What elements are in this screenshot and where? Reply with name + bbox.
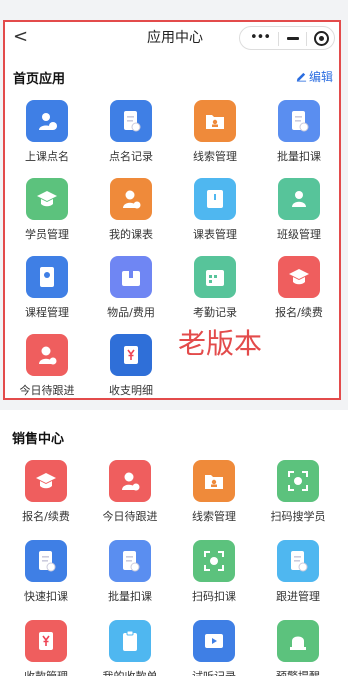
app-tile-label: 试听记录 xyxy=(168,668,260,676)
app-tile[interactable]: 预警提醒 xyxy=(256,620,340,676)
app-tile[interactable]: 点名记录 xyxy=(89,100,173,170)
scan-minus-icon xyxy=(193,540,235,582)
app-tile[interactable]: 今日待跟进 xyxy=(5,334,89,404)
edit-button[interactable]: 编辑 xyxy=(296,68,333,85)
back-button[interactable]: < xyxy=(13,26,33,48)
app-tile[interactable]: 考勤记录 xyxy=(173,256,257,326)
app-tile-label: 收支明细 xyxy=(109,384,153,397)
doc-minus-icon xyxy=(109,540,151,582)
app-tile-label: 课表管理 xyxy=(193,228,237,241)
app-tile-label: 预警提醒 xyxy=(252,668,344,676)
app-tile-label: 批量扣课 xyxy=(108,590,152,603)
person-clock-icon xyxy=(109,460,151,502)
app-tile[interactable]: 课表管理 xyxy=(173,178,257,248)
app-tile[interactable]: 线索管理 xyxy=(173,100,257,170)
folder-person-icon xyxy=(193,460,235,502)
app-tile[interactable]: 跟进管理 xyxy=(256,540,340,610)
home-apps-header: 首页应用 编辑 xyxy=(13,66,333,87)
app-tile-label: 扫码扣课 xyxy=(192,590,236,603)
grad-cap-icon xyxy=(25,460,67,502)
capsule-divider xyxy=(306,32,307,46)
folder-person-icon xyxy=(194,100,236,142)
course-book-icon xyxy=(26,256,68,298)
app-tile-label: 线索管理 xyxy=(193,150,237,163)
grad-cap-icon xyxy=(278,256,320,298)
capsule-divider xyxy=(278,32,279,46)
app-tile-label: 班级管理 xyxy=(277,228,321,241)
app-tile-label: 学员管理 xyxy=(25,228,69,241)
app-tile[interactable]: 报名/续费 xyxy=(4,460,88,530)
alarm-icon xyxy=(277,620,319,662)
app-tile-label: 线索管理 xyxy=(192,510,236,523)
person-clock-icon xyxy=(26,334,68,376)
app-tile[interactable]: 我的收款单 xyxy=(88,620,172,676)
app-tile[interactable]: 扫码搜学员 xyxy=(256,460,340,530)
yen-receipt-icon xyxy=(25,620,67,662)
app-tile-label: 考勤记录 xyxy=(193,306,237,319)
app-tile-label: 我的课表 xyxy=(109,228,153,241)
clipboard-icon xyxy=(109,620,151,662)
old-version-frame: < 应用中心 ••• 首页应用 编辑 上课点名 点名记录 线索管理 批量扣课学员管理 我… xyxy=(3,20,341,400)
app-tile[interactable]: 收款管理 xyxy=(4,620,88,676)
app-tile[interactable]: 收支明细 xyxy=(89,334,173,404)
app-tile[interactable]: 我的课表 xyxy=(89,178,173,248)
app-tile-label: 扫码搜学员 xyxy=(270,510,326,523)
home-apps-title: 首页应用 xyxy=(13,72,66,87)
doc-fast-icon xyxy=(25,540,67,582)
app-tile[interactable]: 线索管理 xyxy=(172,460,256,530)
app-tile[interactable]: 课程管理 xyxy=(5,256,89,326)
app-tile-label: 物品/费用 xyxy=(107,306,155,319)
minimize-icon[interactable] xyxy=(287,37,299,40)
teacher-icon xyxy=(110,178,152,220)
app-tile[interactable]: 批量扣课 xyxy=(257,100,341,170)
book-icon xyxy=(194,178,236,220)
app-tile-label: 跟进管理 xyxy=(276,590,320,603)
app-tile-label: 批量扣课 xyxy=(277,150,321,163)
app-tile-label: 收款管理 xyxy=(0,668,92,676)
app-tile[interactable]: 试听记录 xyxy=(172,620,256,676)
scan-search-icon xyxy=(277,460,319,502)
close-miniprogram-icon[interactable] xyxy=(314,31,329,46)
app-tile[interactable]: 物品/费用 xyxy=(89,256,173,326)
app-tile[interactable]: 报名/续费 xyxy=(257,256,341,326)
sales-center-header: 销售中心 xyxy=(12,426,332,447)
app-tile-label: 课程管理 xyxy=(25,306,69,319)
doc-follow-icon xyxy=(277,540,319,582)
sales-center-panel: 销售中心 报名/续费 今日待跟进 线索管理 扫码搜学员快速扣课 批量扣课 扫码扣课 跟进管理… xyxy=(0,410,348,676)
ledger-yen-icon xyxy=(110,334,152,376)
app-tile[interactable]: 批量扣课 xyxy=(88,540,172,610)
student-icon xyxy=(26,178,68,220)
edit-label: 编辑 xyxy=(308,70,333,84)
sales-center-title: 销售中心 xyxy=(12,432,65,447)
old-version-label: 老版本 xyxy=(178,327,263,360)
mini-program-capsule: ••• xyxy=(239,26,335,50)
pencil-icon xyxy=(296,72,307,82)
app-tile-label: 报名/续费 xyxy=(22,510,70,523)
app-tile-label: 我的收款单 xyxy=(84,668,176,676)
app-tile[interactable]: 今日待跟进 xyxy=(88,460,172,530)
video-icon xyxy=(193,620,235,662)
app-tile-label: 今日待跟进 xyxy=(19,384,75,397)
app-tile-label: 报名/续费 xyxy=(275,306,323,319)
app-tile-label: 点名记录 xyxy=(109,150,153,163)
person-check-icon xyxy=(26,100,68,142)
doc-minus-icon xyxy=(278,100,320,142)
navbar: < 应用中心 ••• xyxy=(5,22,339,52)
group-icon xyxy=(278,178,320,220)
more-menu-icon[interactable]: ••• xyxy=(250,30,271,45)
app-tile-label: 今日待跟进 xyxy=(102,510,158,523)
app-tile-label: 上课点名 xyxy=(25,150,69,163)
app-tile[interactable]: 上课点名 xyxy=(5,100,89,170)
app-tile[interactable]: 班级管理 xyxy=(257,178,341,248)
app-tile[interactable]: 学员管理 xyxy=(5,178,89,248)
box-icon xyxy=(110,256,152,298)
app-tile-label: 快速扣课 xyxy=(24,590,68,603)
calendar-icon xyxy=(194,256,236,298)
page-title: 应用中心 xyxy=(147,30,203,46)
app-tile[interactable]: 快速扣课 xyxy=(4,540,88,610)
app-tile[interactable]: 扫码扣课 xyxy=(172,540,256,610)
doc-check-icon xyxy=(110,100,152,142)
